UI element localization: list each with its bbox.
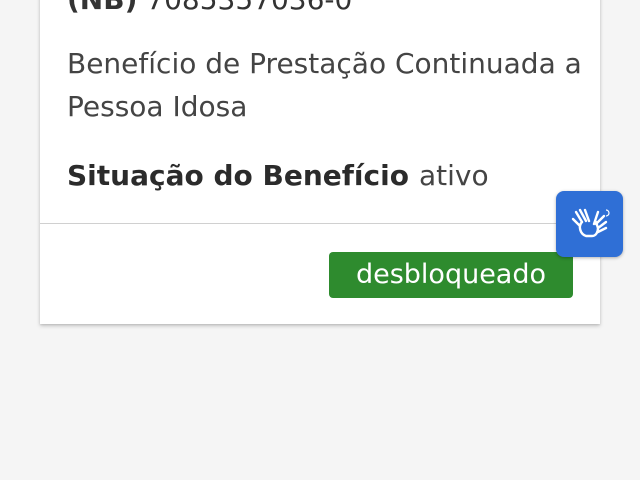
benefit-number: (NB) 7085357036-0 — [67, 0, 352, 14]
benefit-card: (NB) 7085357036-0 Benefício de Prestação… — [40, 0, 600, 324]
benefit-number-value: 7085357036-0 — [146, 0, 352, 16]
sign-language-icon — [571, 208, 610, 238]
block-status-badge: desbloqueado — [329, 252, 573, 298]
benefit-status-row: Situação do Benefício ativo — [67, 156, 489, 196]
benefit-description: Benefício de Prestação Continuada a Pess… — [67, 47, 582, 123]
accessibility-libras-button[interactable] — [556, 191, 623, 257]
benefit-status-label: Situação do Benefício — [67, 159, 409, 192]
benefit-number-label: (NB) — [67, 0, 137, 16]
benefit-status-value: ativo — [418, 159, 489, 192]
card-divider — [40, 223, 600, 224]
